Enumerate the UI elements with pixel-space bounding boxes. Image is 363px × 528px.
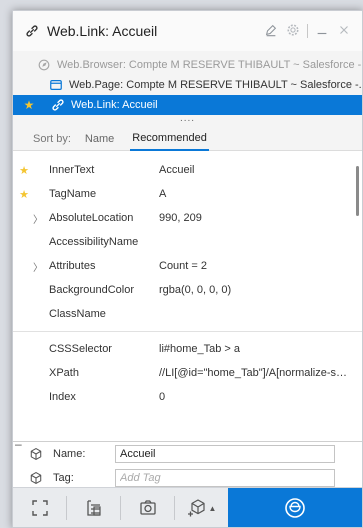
- link-icon: [52, 99, 64, 111]
- property-row[interactable]: 〉 Attributes Count = 2: [13, 254, 362, 278]
- property-value: 990, 209: [159, 212, 202, 224]
- name-label: Name:: [53, 448, 86, 460]
- name-input[interactable]: [115, 445, 335, 463]
- property-row[interactable]: XPath //LI[@id="home_Tab"]/A[normalize-s…: [13, 361, 362, 385]
- browser-icon: [38, 59, 50, 71]
- title-separator: [307, 24, 308, 38]
- bottom-toolbar: ▲: [13, 487, 362, 527]
- screenshot-button[interactable]: [121, 488, 174, 527]
- property-value: li#home_Tab > a: [159, 343, 241, 355]
- property-row[interactable]: ★ TagName A: [13, 182, 362, 206]
- tree-list-icon: [86, 500, 101, 516]
- property-name: XPath: [49, 367, 79, 379]
- element-tree: Web.Browser: Compte M RESERVE THIBAULT ~…: [13, 51, 362, 127]
- property-name: BackgroundColor: [49, 284, 134, 296]
- property-row[interactable]: ★ InnerText Accueil: [13, 158, 362, 182]
- property-name: Index: [49, 391, 76, 403]
- title-bar: Web.Link: Accueil: [13, 11, 362, 51]
- tree-item-link-selected[interactable]: ★ Web.Link: Accueil: [13, 95, 362, 115]
- tree-item-page[interactable]: Web.Page: Compte M RESERVE THIBAULT ~ Sa…: [13, 75, 362, 95]
- property-row[interactable]: AccessibilityName: [13, 230, 362, 254]
- property-name: Attributes: [49, 260, 96, 272]
- cube-icon: [30, 448, 42, 460]
- fullscreen-select-button[interactable]: [13, 488, 66, 527]
- sort-bar: Sort by: Name Recommended: [13, 127, 362, 151]
- property-value: //LI[@id="home_Tab"]/A[normalize-space..…: [159, 367, 348, 379]
- property-name: InnerText: [49, 164, 95, 176]
- element-details: – Name: Tag:: [13, 437, 362, 489]
- property-name: TagName: [49, 188, 97, 200]
- add-cube-icon: [187, 499, 205, 517]
- edit-pencil-icon[interactable]: [263, 23, 279, 39]
- property-row[interactable]: ClassName: [13, 302, 362, 326]
- property-name: AccessibilityName: [49, 236, 139, 248]
- tag-label: Tag:: [53, 472, 74, 484]
- caret-up-icon[interactable]: ▲: [209, 504, 217, 513]
- property-value: rgba(0, 0, 0, 0): [159, 284, 232, 296]
- window-title: Web.Link: Accueil: [47, 23, 158, 39]
- property-value: Accueil: [159, 164, 195, 176]
- property-name: CSSSelector: [49, 343, 112, 355]
- validate-button[interactable]: [228, 488, 362, 527]
- select-frame-icon: [31, 500, 48, 516]
- tree-item-label: Web.Browser: Compte M RESERVE THIBAULT ~…: [57, 59, 362, 71]
- camera-icon: [139, 500, 156, 515]
- property-value: A: [159, 188, 167, 200]
- more-ellipsis[interactable]: ....: [13, 114, 362, 127]
- name-row: Name:: [13, 442, 362, 466]
- add-element-button[interactable]: ▲: [175, 488, 228, 527]
- properties-list: ★ InnerText Accueil ★ TagName A 〉 Absolu…: [13, 158, 362, 440]
- property-row[interactable]: 〉 AbsoluteLocation 990, 209: [13, 206, 362, 230]
- close-icon[interactable]: [336, 23, 352, 39]
- sort-by-recommended-tab[interactable]: Recommended: [130, 127, 209, 151]
- settings-gear-icon[interactable]: [285, 23, 301, 39]
- property-value: 0: [159, 391, 166, 403]
- page-window-icon: [50, 80, 62, 90]
- validate-selector-icon: [285, 497, 305, 518]
- chevron-right-icon[interactable]: 〉: [33, 211, 47, 226]
- property-name: ClassName: [49, 308, 106, 320]
- sort-by-name-tab[interactable]: Name: [83, 128, 116, 150]
- star-icon: ★: [23, 98, 35, 112]
- property-row[interactable]: Index 0: [13, 385, 362, 409]
- tag-input[interactable]: [115, 469, 335, 487]
- property-row[interactable]: BackgroundColor rgba(0, 0, 0, 0): [13, 278, 362, 302]
- minimize-icon[interactable]: [314, 23, 330, 39]
- section-divider: [13, 331, 362, 332]
- property-value: Count = 2: [159, 260, 208, 272]
- tree-item-label: Web.Link: Accueil: [71, 99, 158, 111]
- tree-item-label: Web.Page: Compte M RESERVE THIBAULT ~ Sa…: [69, 79, 362, 91]
- link-icon: [26, 25, 38, 37]
- property-name: AbsoluteLocation: [49, 212, 134, 224]
- tree-view-button[interactable]: [67, 488, 120, 527]
- star-icon[interactable]: ★: [17, 188, 31, 201]
- tree-item-browser[interactable]: Web.Browser: Compte M RESERVE THIBAULT ~…: [13, 55, 362, 75]
- cube-icon: [30, 472, 42, 484]
- star-icon[interactable]: ★: [17, 164, 31, 177]
- chevron-right-icon[interactable]: 〉: [33, 259, 47, 274]
- property-row[interactable]: CSSSelector li#home_Tab > a: [13, 337, 362, 361]
- sort-label: Sort by:: [33, 132, 71, 145]
- collapse-toggle[interactable]: –: [15, 437, 22, 451]
- inspector-panel: Web.Link: Accueil Web.Browser: Compte M …: [12, 10, 363, 528]
